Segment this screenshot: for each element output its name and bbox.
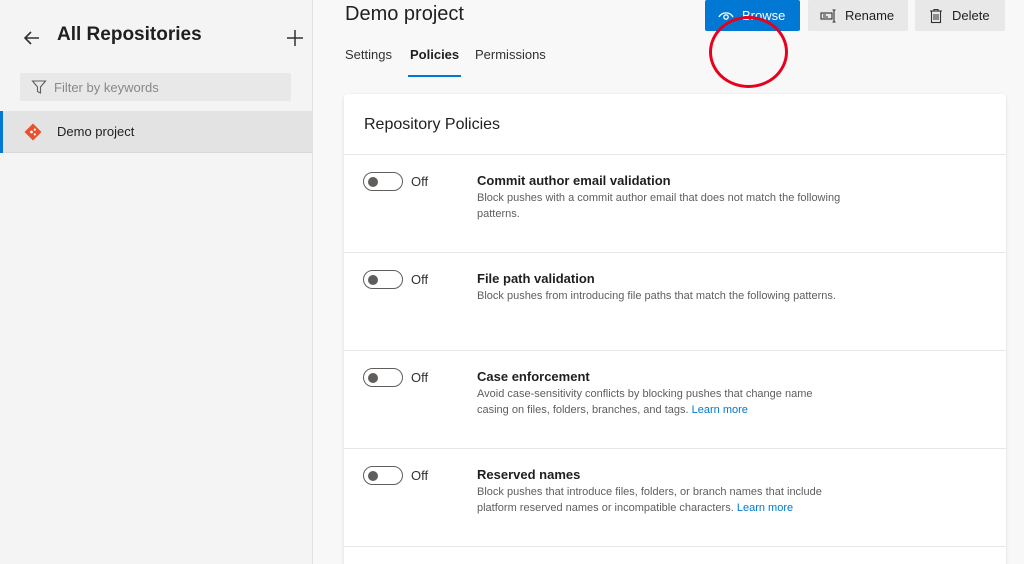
policy-description-text: Block pushes with a commit author email … (477, 192, 841, 220)
learn-more-link[interactable]: Learn more (737, 502, 793, 514)
policy-toggle[interactable] (363, 368, 403, 387)
filter-input[interactable] (54, 79, 274, 95)
policy-toggle[interactable] (363, 466, 403, 485)
policy-description: Avoid case-sensitivity conflicts by bloc… (477, 387, 842, 418)
page-title: Demo project (345, 3, 464, 25)
rename-label: Rename (845, 8, 895, 23)
repo-name: Demo project (57, 124, 135, 139)
policy-description: Block pushes from introducing file paths… (477, 289, 842, 305)
toggle-knob (368, 275, 378, 285)
policy-title: Commit author email validation (477, 173, 671, 188)
toggle-state-label: Off (411, 370, 429, 385)
delete-label: Delete (952, 8, 990, 23)
trash-icon (927, 7, 945, 25)
tab-settings[interactable]: Settings (345, 47, 392, 79)
toggle-knob (368, 373, 378, 383)
rename-icon (820, 7, 838, 25)
eye-icon (717, 7, 735, 25)
selection-indicator (0, 111, 3, 153)
tab-permissions[interactable]: Permissions (475, 47, 546, 79)
policy-description-text: Avoid case-sensitivity conflicts by bloc… (477, 388, 813, 416)
arrow-left-icon (23, 31, 39, 45)
toggle-state-label: Off (411, 174, 429, 189)
plus-icon (287, 30, 303, 46)
toggle-state-label: Off (411, 468, 429, 483)
policy-toggle[interactable] (363, 270, 403, 289)
policy-toggle[interactable] (363, 172, 403, 191)
browse-button[interactable]: Browse (705, 0, 800, 31)
repositories-sidebar: All Repositories Demo project (0, 0, 313, 564)
policy-case-enforcement: Off Case enforcement Avoid case-sensitiv… (344, 351, 1006, 449)
delete-button[interactable]: Delete (915, 0, 1005, 31)
toggle-state-label: Off (411, 272, 429, 287)
toggle-knob (368, 177, 378, 187)
policy-description-text: Block pushes from introducing file paths… (477, 290, 836, 302)
learn-more-link[interactable]: Learn more (692, 404, 748, 416)
git-diamond-icon (24, 123, 42, 141)
card-title: Repository Policies (364, 116, 501, 133)
repo-list-item[interactable]: Demo project (0, 111, 312, 153)
policy-title: Reserved names (477, 467, 581, 482)
policy-commit-author-email: Off Commit author email validation Block… (344, 155, 1006, 253)
back-button[interactable] (20, 26, 44, 50)
policy-title: Case enforcement (477, 369, 590, 384)
repository-policies-card: Repository Policies Off Commit author em… (344, 94, 1006, 564)
toggle-knob (368, 471, 378, 481)
policy-reserved-names: Off Reserved names Block pushes that int… (344, 449, 1006, 547)
policy-description: Block pushes with a commit author email … (477, 191, 842, 222)
add-repository-button[interactable] (282, 25, 308, 51)
active-tab-indicator (408, 75, 461, 77)
sidebar-header: All Repositories (0, 20, 313, 54)
policy-title: File path validation (477, 271, 595, 286)
sidebar-title: All Repositories (57, 24, 202, 45)
funnel-icon (29, 77, 49, 97)
browse-label: Browse (742, 8, 786, 23)
filter-box (20, 73, 291, 101)
policy-file-path-validation: Off File path validation Block pushes fr… (344, 253, 1006, 351)
policy-description: Block pushes that introduce files, folde… (477, 485, 842, 516)
rename-button[interactable]: Rename (808, 0, 908, 31)
